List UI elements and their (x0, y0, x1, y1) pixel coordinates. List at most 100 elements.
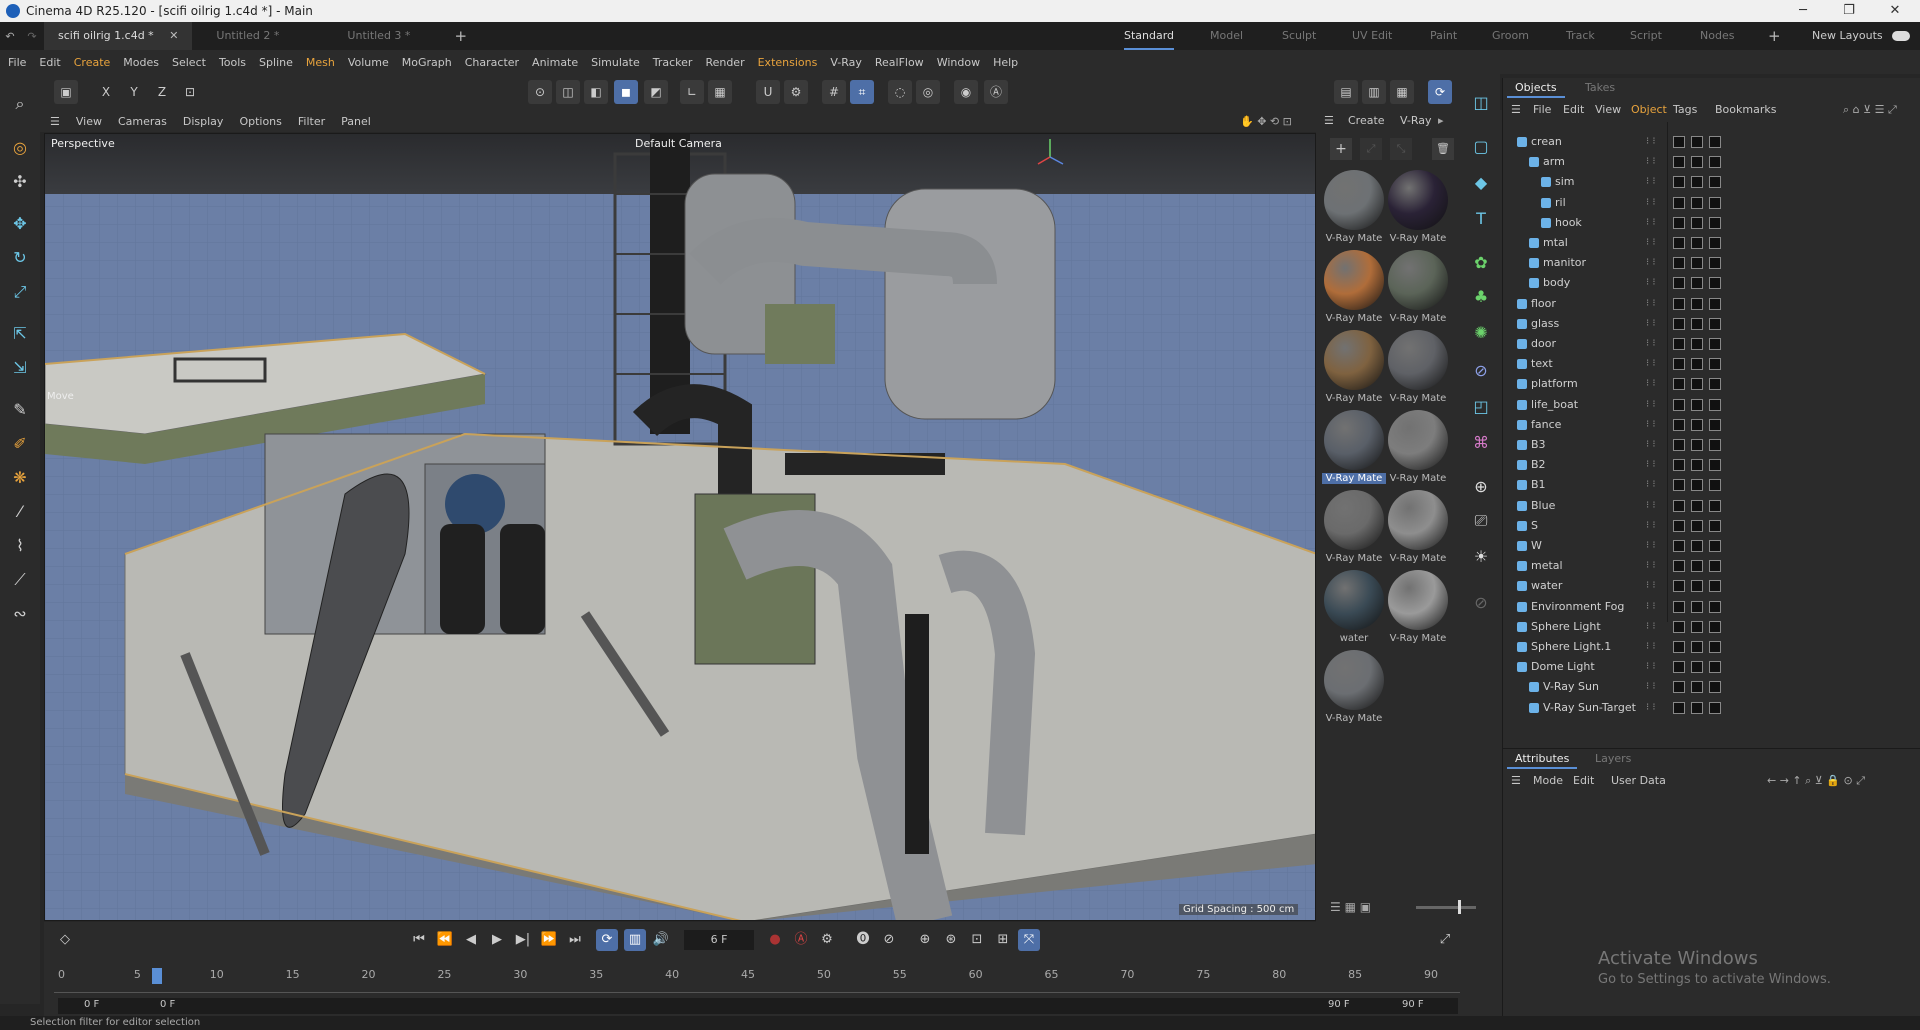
doc-tab-1[interactable]: scifi oilrig 1.c4d * ✕ (44, 22, 193, 50)
attr-navigation-icons[interactable]: ← → ↑ ⌕ ⊻ 🔒 ⊙ ⤢ (1767, 771, 1865, 791)
object-tag-icon[interactable] (1709, 136, 1721, 148)
object-row[interactable]: B1 ⁝ ⁝ (1503, 475, 1920, 495)
polygons-mode-icon[interactable]: ◧ (584, 80, 608, 104)
menu-help[interactable]: Help (993, 56, 1018, 69)
layout-groom[interactable]: Groom (1492, 22, 1529, 50)
object-name[interactable]: S (1531, 516, 1538, 536)
null-object-icon[interactable]: ▢ (1468, 134, 1494, 160)
object-tag-icon[interactable] (1691, 540, 1703, 552)
object-name[interactable]: ril (1555, 193, 1566, 213)
new-layouts-label[interactable]: New Layouts (1812, 22, 1883, 50)
play-icon[interactable]: ▶ (486, 929, 508, 951)
object-tag-icon[interactable] (1691, 216, 1703, 229)
object-tag-icon[interactable] (1673, 277, 1685, 290)
object-tag-icon[interactable] (1673, 136, 1685, 148)
material-size-slider[interactable] (1416, 906, 1476, 909)
attr-menu-mode[interactable]: Mode (1533, 771, 1563, 791)
visibility-dots[interactable]: ⁝ ⁝ (1646, 294, 1656, 314)
interpolation-icon[interactable]: ⤧ (1018, 929, 1040, 951)
menu-edit[interactable]: Edit (39, 56, 60, 69)
move-tool-icon[interactable]: ✥ (6, 210, 34, 238)
layout-script[interactable]: Script (1630, 22, 1662, 50)
object-tag-icon[interactable] (1691, 560, 1703, 573)
render-region-icon[interactable]: Ⓐ (984, 80, 1008, 104)
material-swatch[interactable]: V-Ray Mate (1386, 330, 1450, 408)
object-tag-icon[interactable] (1691, 358, 1703, 371)
object-row[interactable]: sim ⁝ ⁝ (1503, 172, 1920, 192)
active-camera-label[interactable]: Default Camera (635, 137, 722, 150)
obj-menu-bookmarks[interactable]: Bookmarks (1715, 100, 1776, 120)
object-row[interactable]: platform ⁝ ⁝ (1503, 374, 1920, 394)
object-row[interactable]: water ⁝ ⁝ (1503, 576, 1920, 596)
object-row[interactable]: W ⁝ ⁝ (1503, 536, 1920, 556)
object-row[interactable]: arm ⁝ ⁝ (1503, 152, 1920, 172)
material-swatch[interactable]: V-Ray Mate (1322, 250, 1386, 328)
vp-menu-panel[interactable]: Panel (341, 115, 371, 128)
object-tag-icon[interactable] (1709, 560, 1721, 573)
render-active-view-icon[interactable]: ▤ (1334, 80, 1358, 104)
obj-menu-file[interactable]: File (1533, 100, 1551, 120)
object-tag-icon[interactable] (1709, 499, 1721, 512)
prev-key-icon[interactable]: ⏪ (434, 929, 456, 951)
object-row[interactable]: manitor ⁝ ⁝ (1503, 253, 1920, 273)
material-hamburger-icon[interactable]: ☰ (1324, 114, 1334, 127)
z-axis-button[interactable]: Z (150, 80, 174, 104)
visibility-dots[interactable]: ⁝ ⁝ (1646, 233, 1656, 253)
object-name[interactable]: manitor (1543, 253, 1586, 273)
snap-settings-icon[interactable]: ⚙ (784, 80, 808, 104)
axis-mode-icon[interactable]: ∟ (680, 80, 704, 104)
layout-nodes[interactable]: Nodes (1700, 22, 1734, 50)
object-tag-icon[interactable] (1673, 560, 1685, 573)
loop-icon[interactable]: ⟳ (596, 929, 618, 951)
visibility-dots[interactable]: ⁝ ⁝ (1646, 677, 1656, 697)
object-tag-icon[interactable] (1673, 439, 1685, 451)
object-tag-icon[interactable] (1673, 156, 1685, 169)
object-name[interactable]: B2 (1531, 455, 1546, 475)
menu-select[interactable]: Select (172, 56, 206, 69)
visibility-dots[interactable]: ⁝ ⁝ (1646, 516, 1656, 536)
object-name[interactable]: B3 (1531, 435, 1546, 455)
key-param-icon[interactable]: ⊛ (940, 929, 962, 951)
object-tag-icon[interactable] (1691, 176, 1703, 189)
object-tag-icon[interactable] (1673, 600, 1685, 613)
visibility-dots[interactable]: ⁝ ⁝ (1646, 556, 1656, 576)
material-swatch[interactable]: V-Ray Mate (1322, 650, 1386, 728)
render-to-picture-viewer-icon[interactable]: ▥ (1362, 80, 1386, 104)
next-frame-icon[interactable]: ▶| (512, 929, 534, 951)
menu-animate[interactable]: Animate (532, 56, 578, 69)
layout-uv-edit[interactable]: UV Edit (1352, 22, 1392, 50)
material-menu-vray[interactable]: V-Ray (1400, 114, 1432, 127)
object-row[interactable]: B3 ⁝ ⁝ (1503, 435, 1920, 455)
doc-tab-3[interactable]: Untitled 3 * (333, 22, 424, 50)
visibility-dots[interactable]: ⁝ ⁝ (1646, 152, 1656, 172)
visibility-dots[interactable]: ⁝ ⁝ (1646, 698, 1656, 718)
object-tag-icon[interactable] (1673, 620, 1685, 633)
layout-model[interactable]: Model (1210, 22, 1243, 50)
model-mode-icon[interactable]: ◼ (614, 80, 638, 104)
search-icon[interactable]: ⌕ (6, 90, 34, 118)
material-tool-icon[interactable]: ⤢ (1360, 138, 1382, 160)
object-tag-icon[interactable] (1709, 378, 1721, 391)
object-name[interactable]: text (1531, 354, 1553, 374)
generator-icon[interactable]: ✿ (1468, 250, 1494, 276)
object-tag-icon[interactable] (1691, 338, 1703, 350)
object-tag-icon[interactable] (1709, 237, 1721, 249)
obj-menu-edit[interactable]: Edit (1563, 100, 1584, 120)
light-icon[interactable]: ☀ (1468, 544, 1494, 570)
environment-icon[interactable]: ⊕ (1468, 474, 1494, 500)
y-axis-button[interactable]: Y (122, 80, 146, 104)
object-tag-icon[interactable] (1691, 459, 1703, 472)
object-tag-icon[interactable] (1709, 701, 1721, 714)
vp-menu-cameras[interactable]: Cameras (118, 115, 167, 128)
obj-menu-view[interactable]: View (1595, 100, 1621, 120)
visibility-dots[interactable]: ⁝ ⁝ (1646, 395, 1656, 415)
object-tag-icon[interactable] (1673, 580, 1685, 593)
object-tag-icon[interactable] (1691, 580, 1703, 593)
object-tag-icon[interactable] (1673, 237, 1685, 249)
object-name[interactable]: Sphere Light (1531, 617, 1601, 637)
material-swatch[interactable]: V-Ray Mate (1386, 570, 1450, 648)
object-row[interactable]: Blue ⁝ ⁝ (1503, 496, 1920, 516)
object-tag-icon[interactable] (1691, 297, 1703, 310)
object-tag-icon[interactable] (1709, 277, 1721, 290)
material-swatch[interactable]: V-Ray Mate (1322, 410, 1386, 488)
